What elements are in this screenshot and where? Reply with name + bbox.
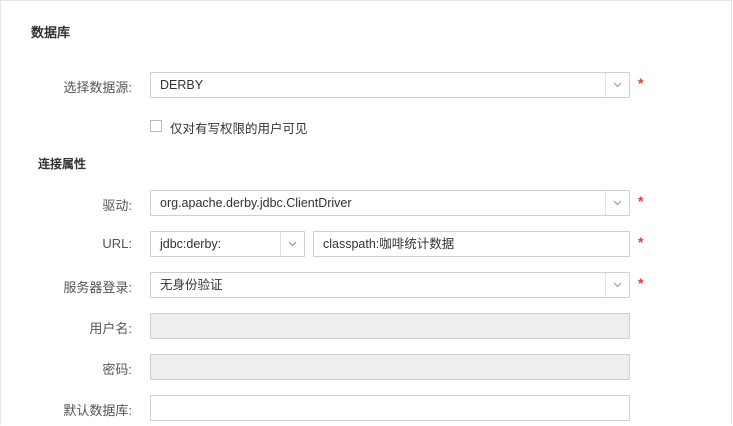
write-permission-checkbox-label[interactable]: 仅对有写权限的用户可见 [170, 118, 308, 137]
datasource-select[interactable]: DERBY [150, 72, 630, 98]
required-marker: * [638, 275, 644, 291]
section-title: 数据库 [31, 25, 71, 40]
chevron-down-icon[interactable] [605, 73, 629, 97]
default-database-label: 默认数据库: [63, 403, 132, 418]
username-input[interactable] [150, 313, 630, 339]
url-prefix-value: jdbc:derby: [160, 237, 222, 251]
username-label: 用户名: [89, 321, 132, 336]
required-marker: * [638, 193, 644, 209]
required-marker: * [638, 75, 644, 91]
datasource-label: 选择数据源: [63, 80, 132, 95]
url-label: URL: [102, 236, 132, 251]
server-login-label: 服务器登录: [63, 280, 132, 295]
form-panel: 数据库 选择数据源: DERBY * 仅对有写权限的用户可见 连接属性 驱动: … [0, 0, 732, 425]
datasource-value: DERBY [160, 78, 204, 92]
driver-value: org.apache.derby.jdbc.ClientDriver [160, 196, 352, 210]
connection-properties-title: 连接属性 [38, 157, 87, 171]
write-permission-checkbox[interactable] [150, 120, 162, 132]
server-login-value: 无身份验证 [160, 278, 223, 292]
default-database-input[interactable] [150, 395, 630, 421]
chevron-down-icon[interactable] [605, 273, 629, 297]
password-label: 密码: [102, 362, 132, 377]
url-path-value: classpath:咖啡统计数据 [323, 237, 455, 251]
password-input[interactable] [150, 354, 630, 380]
url-path-input[interactable]: classpath:咖啡统计数据 [313, 231, 630, 257]
server-login-select[interactable]: 无身份验证 [150, 272, 630, 298]
required-marker: * [638, 234, 644, 250]
chevron-down-icon[interactable] [280, 232, 304, 256]
driver-select[interactable]: org.apache.derby.jdbc.ClientDriver [150, 190, 630, 216]
driver-label: 驱动: [102, 198, 132, 213]
url-prefix-select[interactable]: jdbc:derby: [150, 231, 305, 257]
chevron-down-icon[interactable] [605, 191, 629, 215]
